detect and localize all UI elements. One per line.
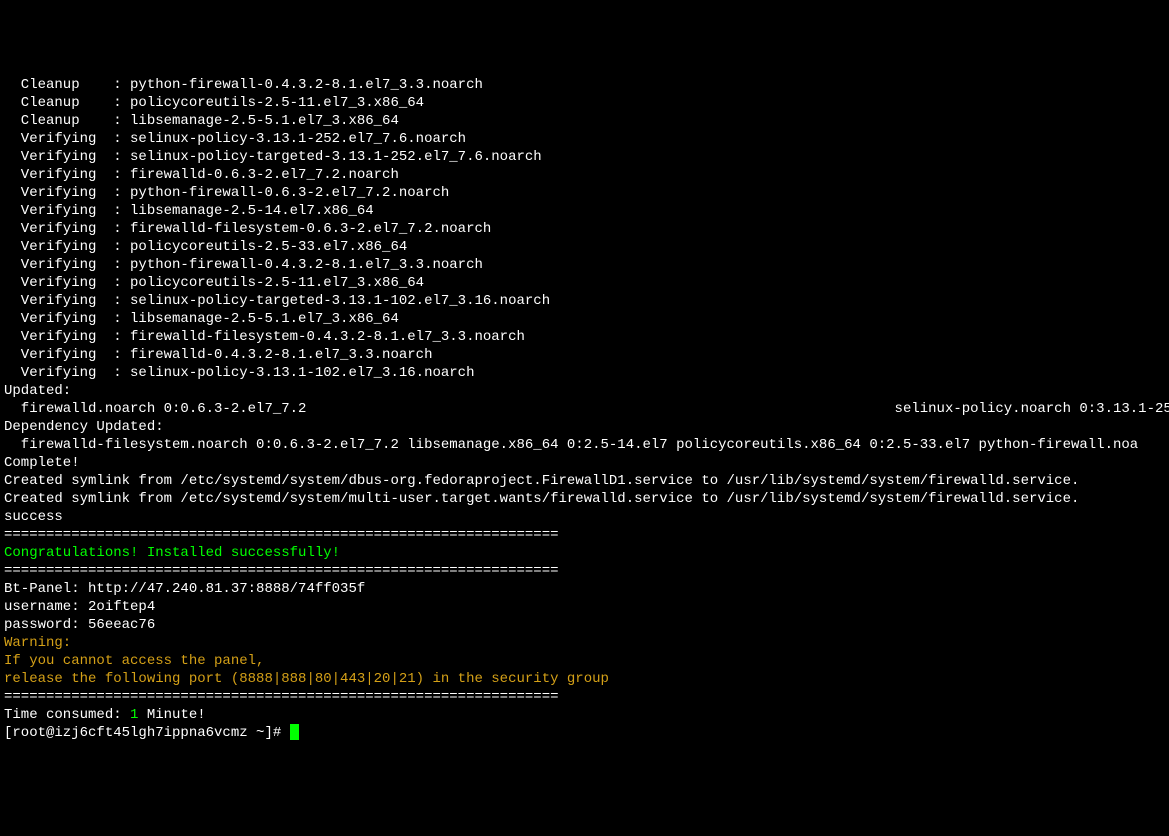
package-action-line: Verifying : selinux-policy-3.13.1-252.el… xyxy=(4,130,1165,148)
prompt-line[interactable]: [root@izj6cft45lgh7ippna6vcmz ~]# xyxy=(4,724,1165,742)
username-line: username: 2oiftep4 xyxy=(4,598,1165,616)
package-action-line: Verifying : selinux-policy-targeted-3.13… xyxy=(4,148,1165,166)
updated-header: Updated: xyxy=(4,382,1165,400)
bt-panel-line: Bt-Panel: http://47.240.81.37:8888/74ff0… xyxy=(4,580,1165,598)
dependency-packages: firewalld-filesystem.noarch 0:0.6.3-2.el… xyxy=(4,436,1165,454)
package-action-line: Verifying : libsemanage-2.5-5.1.el7_3.x8… xyxy=(4,310,1165,328)
package-action-line: Verifying : policycoreutils-2.5-11.el7_3… xyxy=(4,274,1165,292)
warning-header: Warning: xyxy=(4,634,1165,652)
time-consumed-unit: Minute! xyxy=(138,707,205,723)
package-action-line: Verifying : firewalld-0.6.3-2.el7_7.2.no… xyxy=(4,166,1165,184)
success-line: success xyxy=(4,508,1165,526)
separator-line: ========================================… xyxy=(4,688,1165,706)
time-consumed-label: Time consumed: xyxy=(4,707,130,723)
time-consumed-line: Time consumed: 1 Minute! xyxy=(4,706,1165,724)
separator-line: ========================================… xyxy=(4,526,1165,544)
package-action-line: Cleanup : python-firewall-0.4.3.2-8.1.el… xyxy=(4,76,1165,94)
symlink-line: Created symlink from /etc/systemd/system… xyxy=(4,490,1165,508)
separator-line: ========================================… xyxy=(4,562,1165,580)
package-action-line: Verifying : libsemanage-2.5-14.el7.x86_6… xyxy=(4,202,1165,220)
dependency-header: Dependency Updated: xyxy=(4,418,1165,436)
cursor xyxy=(290,724,299,740)
password-line: password: 56eeac76 xyxy=(4,616,1165,634)
package-action-line: Cleanup : policycoreutils-2.5-11.el7_3.x… xyxy=(4,94,1165,112)
package-action-line: Verifying : selinux-policy-targeted-3.13… xyxy=(4,292,1165,310)
package-action-line: Verifying : firewalld-filesystem-0.4.3.2… xyxy=(4,328,1165,346)
warning-line: release the following port (8888|888|80|… xyxy=(4,670,1165,688)
package-action-line: Cleanup : libsemanage-2.5-5.1.el7_3.x86_… xyxy=(4,112,1165,130)
prompt-text: [root@izj6cft45lgh7ippna6vcmz ~]# xyxy=(4,725,290,741)
complete-line: Complete! xyxy=(4,454,1165,472)
package-action-line: Verifying : selinux-policy-3.13.1-102.el… xyxy=(4,364,1165,382)
updated-packages: firewalld.noarch 0:0.6.3-2.el7_7.2 selin… xyxy=(4,400,1165,418)
warning-line: If you cannot access the panel, xyxy=(4,652,1165,670)
package-action-line: Verifying : policycoreutils-2.5-33.el7.x… xyxy=(4,238,1165,256)
package-action-line: Verifying : python-firewall-0.4.3.2-8.1.… xyxy=(4,256,1165,274)
package-action-line: Verifying : firewalld-filesystem-0.6.3-2… xyxy=(4,220,1165,238)
terminal-output[interactable]: Cleanup : python-firewall-0.4.3.2-8.1.el… xyxy=(4,76,1165,742)
package-action-line: Verifying : python-firewall-0.6.3-2.el7_… xyxy=(4,184,1165,202)
congratulations-line: Congratulations! Installed successfully! xyxy=(4,544,1165,562)
package-action-line: Verifying : firewalld-0.4.3.2-8.1.el7_3.… xyxy=(4,346,1165,364)
symlink-line: Created symlink from /etc/systemd/system… xyxy=(4,472,1165,490)
